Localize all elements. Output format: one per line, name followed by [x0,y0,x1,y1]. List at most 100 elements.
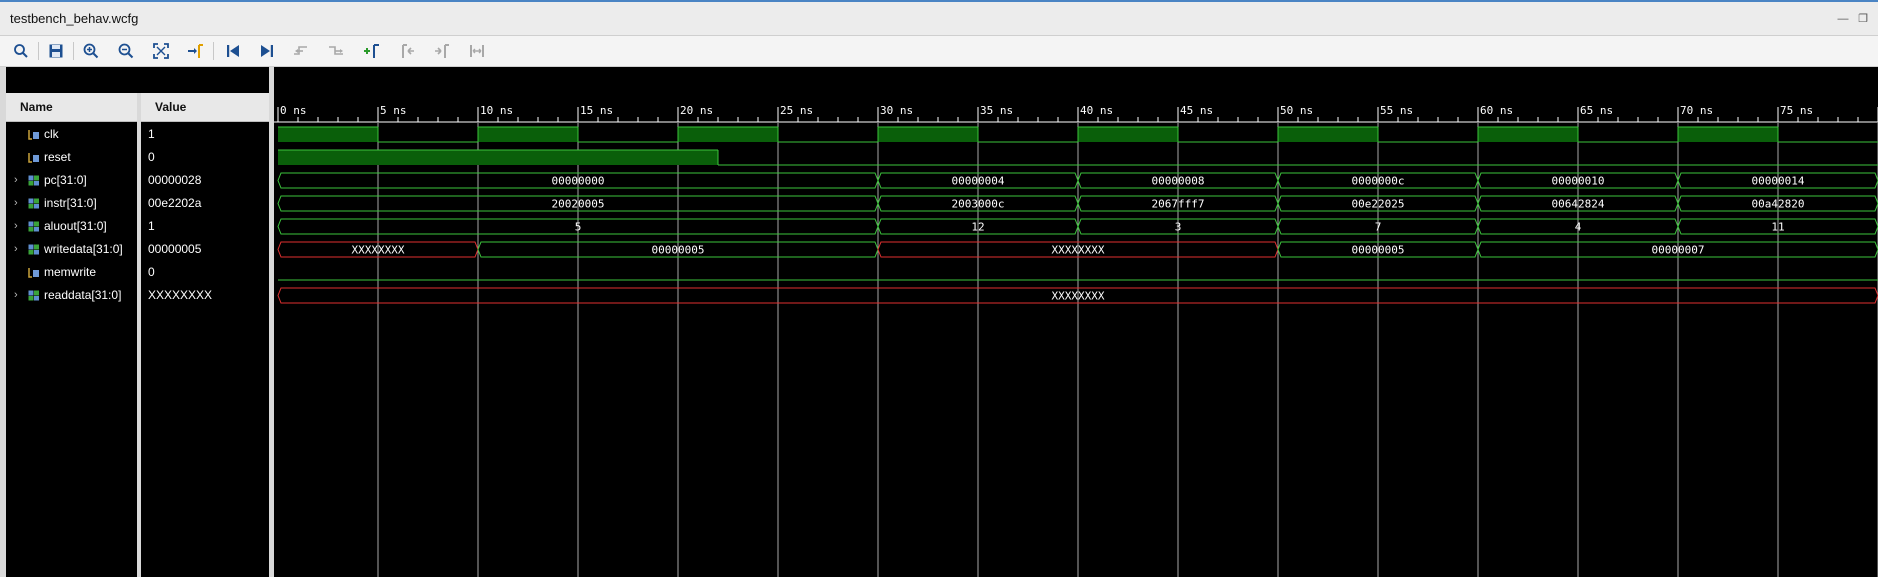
bus-value-label: 3 [1175,221,1182,234]
minimize-icon[interactable]: — [1836,12,1850,26]
bus-value-label: 4 [1575,221,1582,234]
bus-value-label: 00000005 [652,244,705,257]
go-to-start-icon [227,45,239,57]
signal-value: 1 [148,127,155,141]
save-button[interactable] [45,41,67,61]
bit-signal-icon [28,153,39,163]
signal-value: 0 [148,150,155,164]
signal-name: reset [44,150,71,164]
timeline-tick-label: 45 ns [1180,104,1213,117]
signal-name: memwrite [44,265,97,279]
expand-chevron-icon[interactable]: › [14,169,18,192]
signal-row[interactable]: › pc[31:0] [6,169,137,192]
signal-value: 00000028 [148,173,202,187]
bus-value-label: 2067fff7 [1152,198,1205,211]
window-controls: — ❐ [1836,12,1870,26]
bus-value-label: 00642824 [1552,198,1605,211]
signal-row[interactable]: › aluout[31:0] [6,215,137,238]
zoom-out-button[interactable] [115,41,137,61]
add-marker-button[interactable] [361,41,383,61]
search-button[interactable] [10,41,32,61]
signal-name: aluout[31:0] [44,219,107,233]
timeline-tick-label: 35 ns [980,104,1013,117]
save-icon [49,44,63,58]
zoom-in-button[interactable] [80,41,102,61]
timeline-tick-label: 0 ns [280,104,307,117]
signal-name: instr[31:0] [44,196,97,210]
signal-row[interactable]: › instr[31:0] [6,192,137,215]
bit-signal-icon [28,268,39,278]
signal-row[interactable]: › writedata[31:0] [6,238,137,261]
waveform-toolbar [0,36,1878,67]
toolbar-separator [73,42,74,60]
bus-value-label: 2003000c [952,198,1005,211]
bus-value-label: 11 [1771,221,1784,234]
timeline-tick-label: 75 ns [1780,104,1813,117]
bus-value-label: 0000000c [1352,175,1405,188]
bus-signal-icon [28,198,39,209]
zoom-fit-button[interactable] [150,41,172,61]
swap-cursors-button[interactable] [466,41,488,61]
signal-high-fill [678,127,778,142]
signal-name: readdata[31:0] [44,288,122,302]
previous-transition-icon [294,46,307,55]
timeline-tick-label: 25 ns [780,104,813,117]
expand-chevron-icon[interactable]: › [14,192,18,215]
signal-value: XXXXXXXX [148,288,213,302]
timeline-tick-label: 60 ns [1480,104,1513,117]
signal-value: 0 [148,265,155,279]
bus-value-label: 00000010 [1552,175,1605,188]
signal-row[interactable]: clk [6,123,137,146]
previous-marker-button[interactable] [397,41,419,61]
timeline-tick-label: 50 ns [1280,104,1313,117]
signal-name: writedata[31:0] [44,242,123,256]
bus-value-label: 12 [971,221,984,234]
signal-row[interactable]: reset [6,146,137,169]
timeline-tick-label: 20 ns [680,104,713,117]
expand-chevron-icon[interactable]: › [14,284,18,307]
next-transition-button[interactable] [325,41,347,61]
signal-high-fill [478,127,578,142]
next-marker-button[interactable] [431,41,453,61]
signal-name: pc[31:0] [44,173,87,187]
waveform-canvas[interactable]: 0 ns 5 ns 10 ns 15 ns 20 ns 25 ns 30 ns 35 ns 40… [274,93,1878,577]
value-column-header[interactable]: Value [141,93,269,122]
name-column-header[interactable]: Name [6,93,137,122]
bus-value-label: 00a42820 [1752,198,1805,211]
bus-signal-icon [28,244,39,255]
signal-name: clk [44,127,59,141]
bus-value-label: XXXXXXXX [352,244,405,257]
next-transition-icon [329,46,343,55]
go-to-end-button[interactable] [256,41,278,61]
bus-value-label: 00000007 [1652,244,1705,257]
add-marker-icon [364,44,379,58]
signal-high-fill [878,127,978,142]
bus-value-label: 00000014 [1752,175,1805,188]
bus-value-label: XXXXXXXX [1052,244,1105,257]
bus-signal-icon [28,175,39,186]
timeline-tick-label: 30 ns [880,104,913,117]
timeline-tick-label: 10 ns [480,104,513,117]
go-to-start-button[interactable] [222,41,244,61]
restore-icon[interactable]: ❐ [1856,12,1870,26]
expand-chevron-icon[interactable]: › [14,215,18,238]
zoom-in-icon [83,43,99,59]
signal-high-fill [1678,127,1778,142]
signal-name-pane: Name clk reset › pc[31:0] › instr[31:0] › aluou… [6,93,137,577]
bus-value-label: 00000005 [1352,244,1405,257]
previous-marker-icon [402,44,414,58]
expand-chevron-icon[interactable]: › [14,238,18,261]
bus-value-label: 00000008 [1152,175,1205,188]
bus-value-label: 00000000 [552,175,605,188]
timeline-tick-label: 65 ns [1580,104,1613,117]
timeline-tick-label: 5 ns [380,104,407,117]
bus-value-label: 00000004 [952,175,1005,188]
signal-row[interactable]: memwrite [6,261,137,284]
go-to-cursor-button[interactable] [185,41,207,61]
window-title: testbench_behav.wcfg [10,11,139,26]
signal-row[interactable]: › readdata[31:0] [6,284,137,307]
swap-cursors-icon [470,45,484,57]
toolbar-separator [38,42,39,60]
signal-high-fill [1078,127,1178,142]
previous-transition-button[interactable] [291,41,313,61]
